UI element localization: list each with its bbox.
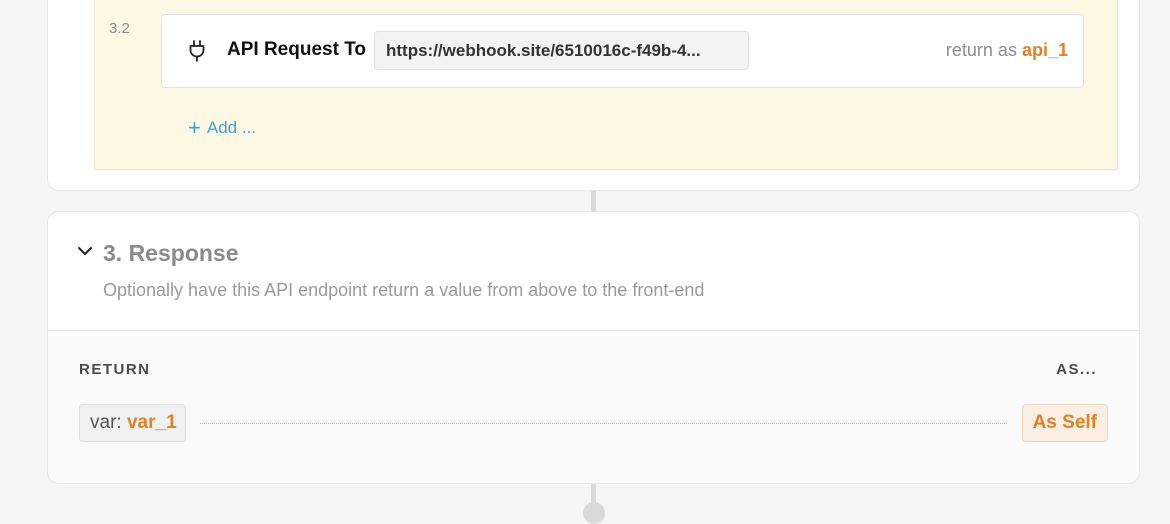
add-step-button[interactable]: + Add ... bbox=[188, 115, 256, 141]
section-title: 3. Response bbox=[103, 240, 239, 266]
mapping-divider bbox=[200, 423, 1007, 424]
response-body: RETURN AS... var: var_1 As Self bbox=[48, 331, 1139, 483]
return-variable-name[interactable]: api_1 bbox=[1022, 40, 1068, 60]
return-as-prefix: return as bbox=[945, 40, 1017, 60]
return-as-selector[interactable]: As Self bbox=[1021, 404, 1108, 442]
response-header: 3. Response Optionally have this API end… bbox=[48, 212, 1139, 331]
return-as-label: return as api_1 bbox=[946, 40, 1068, 61]
step-number: 3.2 bbox=[109, 20, 130, 37]
return-variable-selector[interactable]: var: var_1 bbox=[79, 404, 186, 442]
add-step-label: Add ... bbox=[206, 118, 256, 137]
response-section-card: 3. Response Optionally have this API end… bbox=[47, 211, 1140, 484]
chevron-down-icon[interactable] bbox=[76, 242, 94, 260]
section-subtitle: Optionally have this API endpoint return… bbox=[103, 280, 705, 300]
return-column-header: RETURN bbox=[79, 361, 151, 378]
var-value: var_1 bbox=[126, 412, 177, 433]
flow-connector-top bbox=[591, 191, 596, 212]
plug-icon bbox=[189, 40, 205, 62]
var-prefix: var: bbox=[90, 412, 122, 433]
api-request-label: API Request To bbox=[227, 39, 366, 60]
plus-icon: + bbox=[188, 115, 201, 140]
flow-connector-node bbox=[583, 502, 605, 524]
as-column-header: AS... bbox=[1056, 361, 1097, 378]
url-field[interactable]: https://webhook.site/6510016c-f49b-4... bbox=[374, 31, 749, 70]
